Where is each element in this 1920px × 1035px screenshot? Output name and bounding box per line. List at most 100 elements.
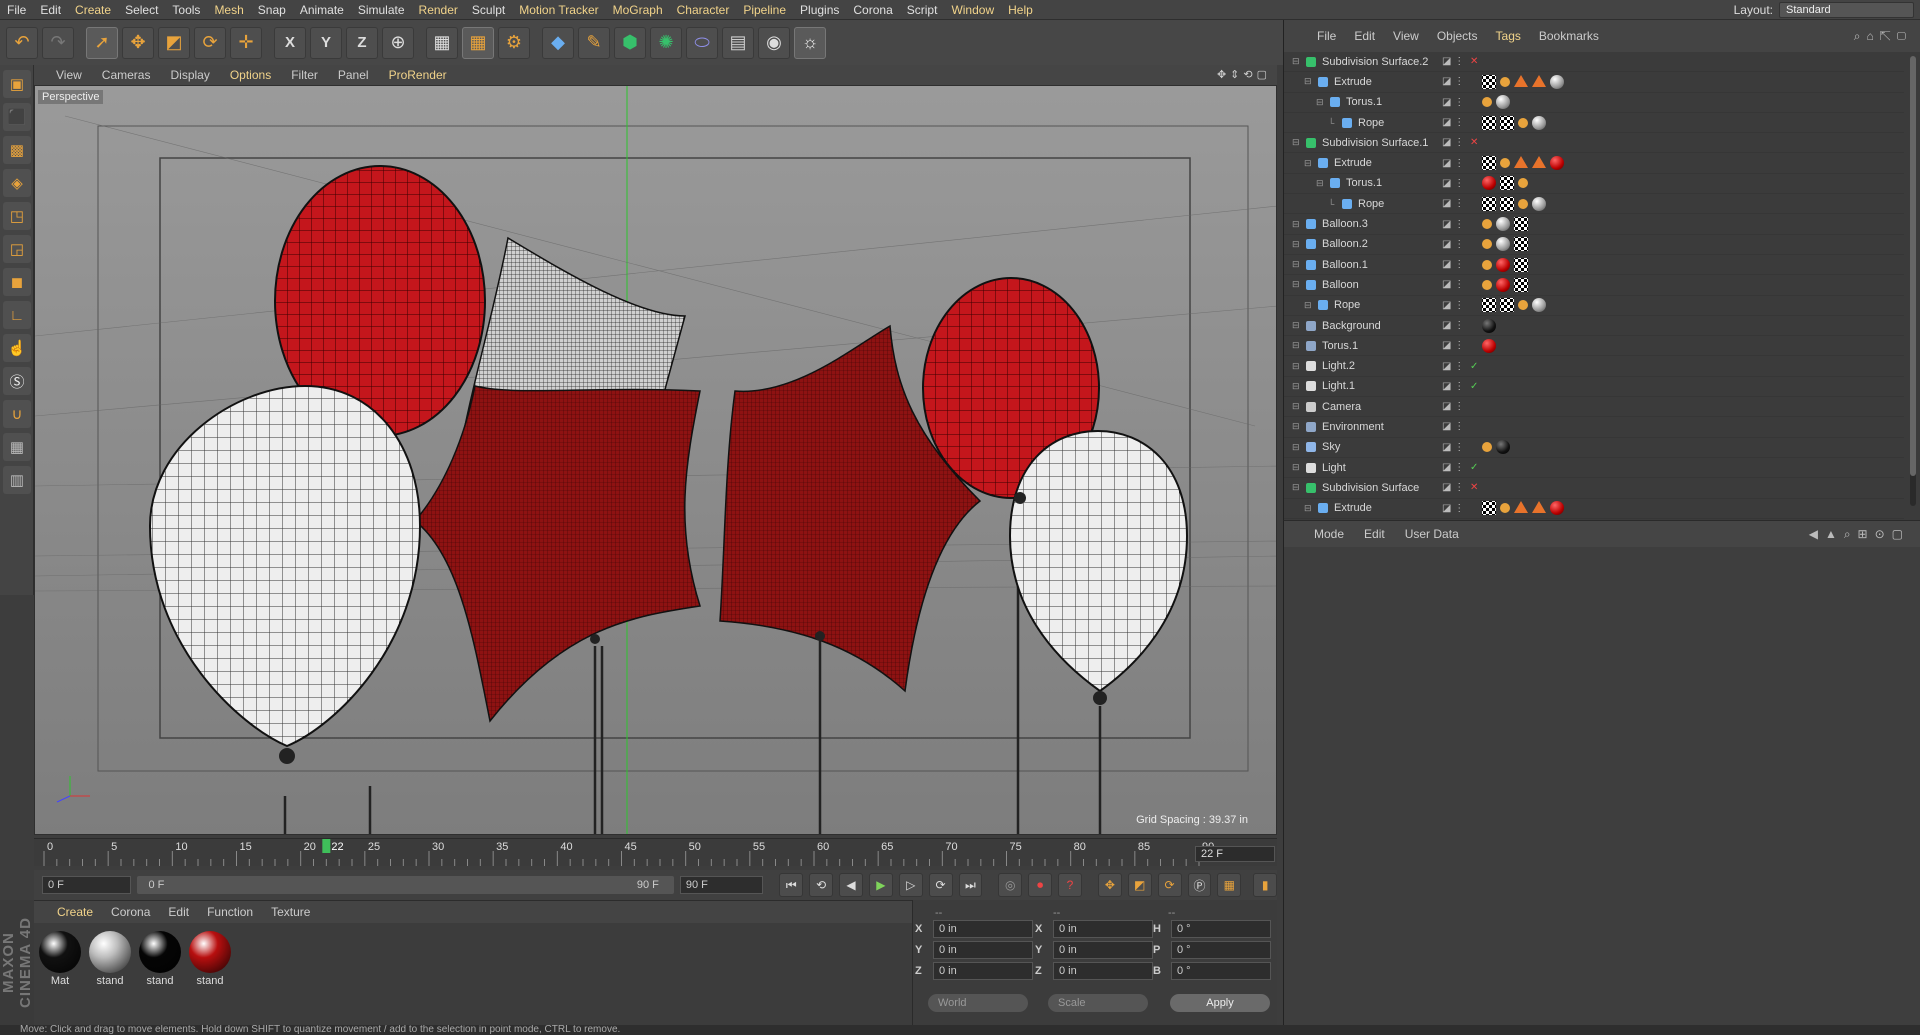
object-scrollbar[interactable] [1910, 56, 1916, 506]
object-name[interactable]: Light.1 [1322, 380, 1355, 392]
material-tag-icon[interactable] [1532, 115, 1546, 130]
selection-tag-icon[interactable] [1514, 74, 1528, 87]
next-key-icon[interactable]: ⟳ [928, 873, 953, 897]
mograph-cloner-icon[interactable]: ✺ [650, 26, 682, 59]
object-menu-file[interactable]: File [1308, 29, 1345, 43]
texture-tag-icon[interactable] [1482, 156, 1496, 171]
object-row[interactable]: ⊟ Extrude ◪ ⋮ [1284, 499, 1904, 519]
texture-tag-icon[interactable] [1514, 257, 1528, 272]
texture-tag-icon[interactable] [1500, 298, 1514, 313]
object-name[interactable]: Rope [1334, 299, 1360, 311]
visibility-toggle-icon[interactable]: ◪ ⋮ [1442, 401, 1464, 412]
visibility-toggle-icon[interactable]: ◪ ⋮ [1442, 279, 1464, 290]
menu-animate[interactable]: Animate [293, 3, 351, 17]
selection-tag-icon[interactable] [1514, 156, 1528, 169]
object-row[interactable]: ⊟ Subdivision Surface.2 ◪ ⋮ ✕ [1284, 52, 1904, 73]
z-axis-lock-icon[interactable]: Z [346, 26, 378, 59]
phong-tag-icon[interactable] [1500, 503, 1510, 514]
visibility-toggle-icon[interactable]: ◪ ⋮ [1442, 56, 1464, 67]
tree-expand-icon[interactable]: ⊟ [1292, 320, 1300, 331]
undo-icon[interactable]: ↶ [6, 26, 38, 59]
menu-render[interactable]: Render [412, 3, 465, 17]
menu-create[interactable]: Create [68, 3, 118, 17]
move-icon[interactable]: ✥ [122, 26, 154, 59]
material-tag-icon[interactable] [1532, 196, 1546, 211]
material-tag-icon[interactable] [1482, 338, 1496, 353]
material-tag-icon[interactable] [1482, 318, 1496, 333]
material-tag-icon[interactable] [1550, 156, 1564, 171]
phong-tag-icon[interactable] [1518, 117, 1528, 128]
coord-value-field[interactable]: 0 in [933, 941, 1033, 959]
phong-tag-icon[interactable] [1482, 259, 1492, 270]
menu-window[interactable]: Window [944, 3, 1001, 17]
menu-script[interactable]: Script [900, 3, 945, 17]
start-frame-field[interactable]: 0 F [42, 876, 132, 894]
timeline-ruler[interactable]: 05101520253035404550556065707580859022 2… [34, 838, 1277, 866]
tweak-mode-icon[interactable]: ☝ [3, 334, 31, 362]
render-picture-viewer-icon[interactable]: ▦ [462, 26, 494, 59]
viewport-menu-cameras[interactable]: Cameras [92, 68, 161, 82]
coord-value-field[interactable]: 0 in [1053, 962, 1153, 980]
viewport-menu-panel[interactable]: Panel [328, 68, 379, 82]
visibility-toggle-icon[interactable]: ◪ ⋮ [1442, 97, 1464, 108]
perspective-viewport[interactable]: Perspective Grid Spacing : 39.37 in [34, 85, 1277, 835]
visibility-toggle-icon[interactable]: ◪ ⋮ [1442, 442, 1464, 453]
tree-expand-icon[interactable]: ⊟ [1292, 421, 1300, 432]
menu-motion-tracker[interactable]: Motion Tracker [512, 3, 605, 17]
menu-corona[interactable]: Corona [846, 3, 899, 17]
tree-expand-icon[interactable]: └ [1328, 199, 1334, 209]
deformer-icon[interactable]: ⬭ [686, 26, 718, 59]
object-name[interactable]: Subdivision Surface.2 [1322, 56, 1428, 68]
tree-expand-icon[interactable]: ⊟ [1292, 56, 1300, 67]
object-row[interactable]: ⊟ Light.1 ◪ ⋮ ✓ [1284, 377, 1904, 398]
coord-value-field[interactable]: 0 in [1053, 941, 1153, 959]
object-row[interactable]: ⊟ Sky ◪ ⋮ [1284, 438, 1904, 458]
menu-simulate[interactable]: Simulate [351, 3, 412, 17]
visibility-toggle-icon[interactable]: ◪ ⋮ [1442, 239, 1464, 250]
attribute-nav-icons[interactable]: ◀▲⌕⊞⊙▢ [1809, 527, 1910, 542]
selection-tag-icon[interactable] [1532, 74, 1546, 87]
tree-expand-icon[interactable]: ⊟ [1292, 462, 1300, 473]
viewport-menu-view[interactable]: View [46, 68, 92, 82]
tree-expand-icon[interactable]: ⊟ [1304, 158, 1312, 169]
menu-select[interactable]: Select [118, 3, 165, 17]
magnet-icon[interactable]: ∪ [3, 400, 31, 428]
redo-icon[interactable]: ↷ [42, 26, 74, 59]
selection-tag-icon[interactable] [1532, 501, 1546, 514]
texture-tag-icon[interactable] [1482, 74, 1496, 89]
key-rotation-icon[interactable]: ⟳ [1157, 873, 1182, 897]
tree-expand-icon[interactable]: └ [1328, 118, 1334, 128]
frame-range-slider[interactable]: 0 F 90 F [137, 876, 674, 894]
viewport-camera-label[interactable]: Perspective [38, 90, 104, 104]
object-name[interactable]: Rope [1358, 117, 1384, 129]
coord-value-field[interactable]: 0 ° [1171, 962, 1271, 980]
phong-tag-icon[interactable] [1518, 178, 1528, 189]
material-tag-icon[interactable] [1532, 298, 1546, 313]
coord-value-field[interactable]: 0 ° [1171, 941, 1271, 959]
layout-dropdown[interactable]: Standard [1779, 2, 1914, 18]
object-row[interactable]: ⊟ Environment ◪ ⋮ [1284, 417, 1904, 438]
enabled-check-icon[interactable]: ✓ [1470, 462, 1478, 473]
tree-expand-icon[interactable]: ⊟ [1292, 219, 1300, 230]
tree-expand-icon[interactable]: ⊟ [1292, 340, 1300, 351]
viewport-menu-display[interactable]: Display [160, 68, 219, 82]
menu-pipeline[interactable]: Pipeline [736, 3, 793, 17]
object-name[interactable]: Rope [1358, 198, 1384, 210]
visibility-toggle-icon[interactable]: ◪ ⋮ [1442, 361, 1464, 372]
object-name[interactable]: Light.2 [1322, 360, 1355, 372]
previous-frame-icon[interactable]: ◀ [839, 873, 863, 897]
coordinate-system-icon[interactable]: ⊕ [382, 26, 414, 59]
texture-tag-icon[interactable] [1514, 237, 1528, 252]
object-row[interactable]: ⊟ Light.2 ◪ ⋮ ✓ [1284, 356, 1904, 377]
previous-key-icon[interactable]: ⟲ [809, 873, 834, 897]
coord-value-field[interactable]: 0 ° [1171, 920, 1271, 938]
playhead-marker[interactable] [322, 839, 331, 853]
phong-tag-icon[interactable] [1482, 442, 1492, 453]
object-menu-tags[interactable]: Tags [1487, 29, 1530, 43]
keyframe-selection-icon[interactable]: ? [1058, 873, 1082, 897]
object-row[interactable]: ⊟ Balloon.2 ◪ ⋮ [1284, 235, 1904, 255]
object-row[interactable]: ⊟ Torus.1 ◪ ⋮ [1284, 174, 1904, 195]
x-axis-lock-icon[interactable]: X [274, 26, 306, 59]
attribute-menu-edit[interactable]: Edit [1354, 527, 1395, 541]
phong-tag-icon[interactable] [1482, 219, 1492, 230]
